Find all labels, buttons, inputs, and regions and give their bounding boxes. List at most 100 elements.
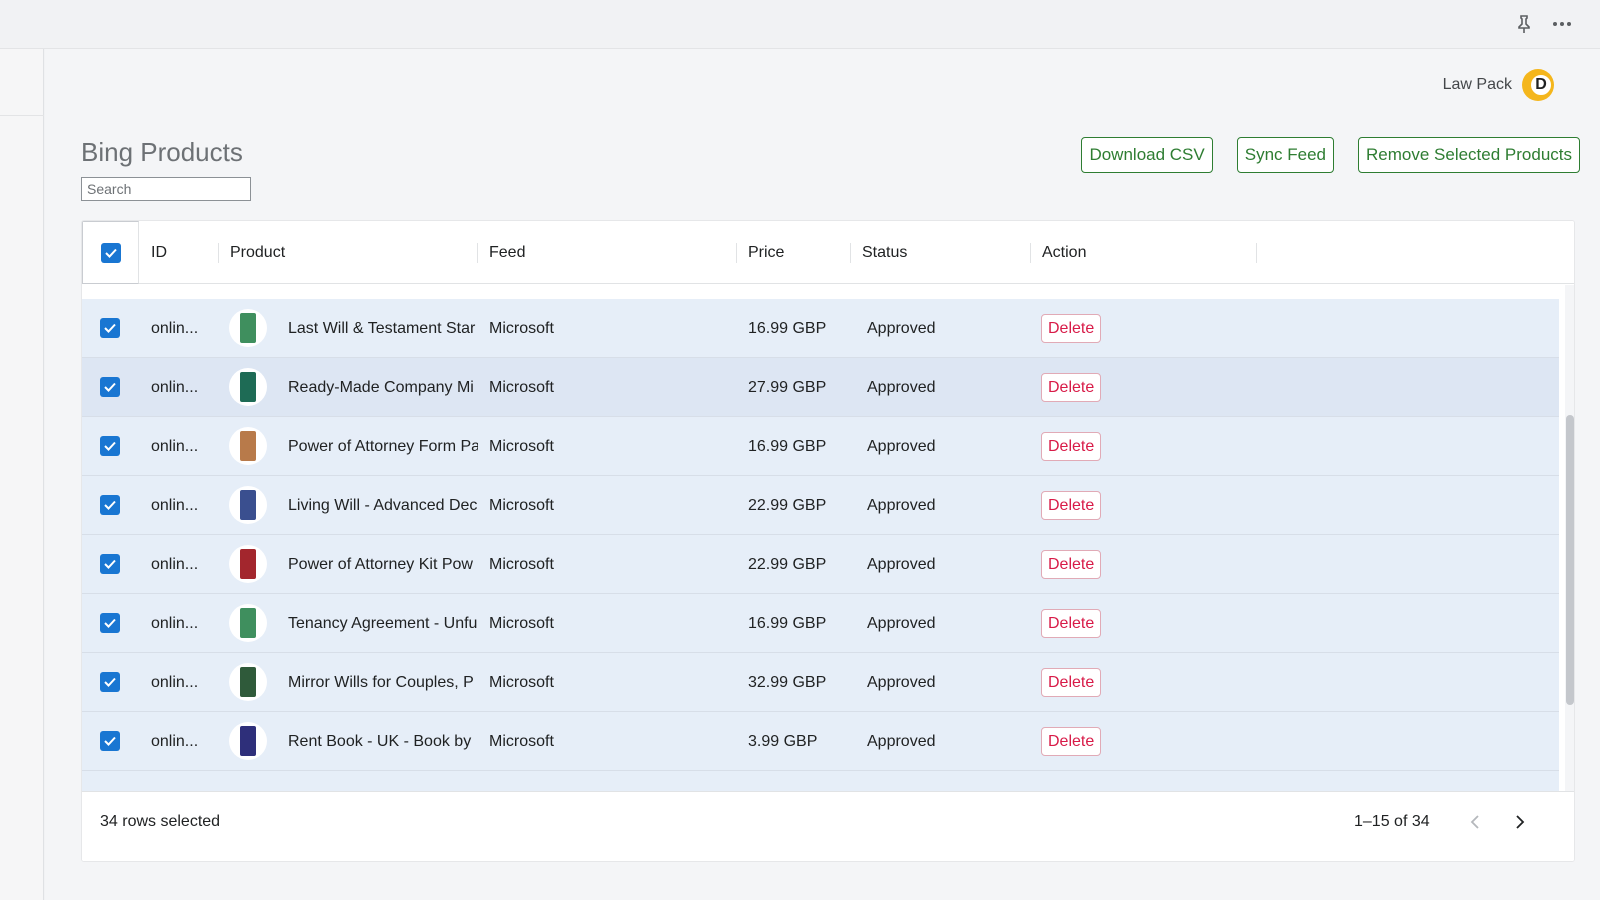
column-header-product[interactable]: Product — [230, 221, 285, 284]
products-table: ID Product Feed Price Status Action onli… — [81, 220, 1575, 862]
product-thumbnail — [229, 427, 267, 465]
product-thumbnail — [229, 368, 267, 406]
delete-button[interactable]: Delete — [1041, 314, 1102, 343]
delete-button[interactable]: Delete — [1041, 668, 1102, 697]
table-row[interactable]: onlin... Tenancy Agreement - Unfu Microsof… — [82, 594, 1559, 653]
table-row[interactable]: onlin... Rent Book - UK - Book by Microsof… — [82, 712, 1559, 771]
scrollbar-thumb[interactable] — [1566, 415, 1574, 705]
book-cover-image — [240, 549, 256, 579]
remove-selected-button[interactable]: Remove Selected Products — [1358, 137, 1580, 173]
product-thumbnail — [229, 604, 267, 642]
table-row[interactable]: onlin... Mirror Wills for Couples, P Micro… — [82, 653, 1559, 712]
delete-button[interactable]: Delete — [1041, 432, 1102, 461]
row-product[interactable]: Living Will - Advanced Dec — [288, 476, 478, 535]
store-name: Law Pack — [1442, 76, 1512, 93]
pagination-range: 1–15 of 34 — [1354, 813, 1430, 830]
chevron-left-icon[interactable] — [1463, 810, 1487, 834]
delete-button[interactable]: Delete — [1041, 550, 1102, 579]
top-bar — [0, 0, 1600, 49]
delete-button[interactable]: Delete — [1041, 373, 1102, 402]
sync-feed-button[interactable]: Sync Feed — [1236, 137, 1334, 173]
row-checkbox[interactable] — [100, 495, 120, 515]
column-header-feed[interactable]: Feed — [489, 221, 525, 284]
delete-button[interactable]: Delete — [1041, 491, 1102, 520]
row-checkbox[interactable] — [100, 318, 120, 338]
row-checkbox[interactable] — [100, 672, 120, 692]
row-feed: Microsoft — [489, 615, 554, 632]
book-cover-image — [240, 431, 256, 461]
row-product[interactable]: Power of Attorney Form Pa — [288, 417, 478, 476]
row-checkbox[interactable] — [100, 731, 120, 751]
main-content: Law Pack D Bing Products Download CSV Sy… — [45, 49, 1600, 900]
product-thumbnail — [229, 545, 267, 583]
row-status: Approved — [867, 674, 936, 691]
avatar-letter: D — [1529, 73, 1553, 97]
row-product[interactable]: Power of Attorney Kit Pow — [288, 535, 478, 594]
row-price: 16.99 GBP — [748, 320, 827, 337]
book-cover-image — [240, 313, 256, 343]
row-product[interactable]: Tenancy Agreement - Unfu — [288, 594, 478, 653]
account-menu[interactable]: Law Pack D — [1443, 69, 1554, 101]
search-input[interactable] — [81, 177, 251, 201]
column-header-id[interactable]: ID — [151, 221, 167, 284]
column-header-price[interactable]: Price — [748, 221, 784, 284]
book-cover-image — [240, 372, 256, 402]
book-cover-image — [240, 726, 256, 756]
row-status: Approved — [867, 320, 936, 337]
product-thumbnail — [229, 722, 267, 760]
page-title: Bing Products — [81, 137, 243, 167]
delete-button[interactable]: Delete — [1041, 609, 1102, 638]
row-status: Approved — [867, 497, 936, 514]
selected-count: 34 rows selected — [100, 813, 221, 830]
row-status: Approved — [867, 556, 936, 573]
table-body: onlin... Last Will & Testament Star Micros… — [82, 285, 1559, 791]
table-row[interactable]: onlin... Ready-Made Company Mi Microsoft 27… — [82, 358, 1559, 417]
row-checkbox[interactable] — [100, 436, 120, 456]
row-status: Approved — [867, 379, 936, 396]
select-all-checkbox[interactable] — [101, 243, 121, 263]
table-row[interactable]: onlin... Living Will - Advanced Dec Micros… — [82, 476, 1559, 535]
row-product[interactable]: Last Will & Testament Star — [288, 299, 478, 358]
column-header-action[interactable]: Action — [1042, 221, 1086, 284]
row-checkbox[interactable] — [100, 377, 120, 397]
row-product[interactable]: Mirror Wills for Couples, P — [288, 653, 478, 712]
table-row[interactable]: onlin... Last Will & Testament Star Micros… — [82, 299, 1559, 358]
row-price: 22.99 GBP — [748, 497, 827, 514]
more-horizontal-icon[interactable] — [1552, 14, 1572, 34]
row-feed: Microsoft — [489, 674, 554, 691]
row-id: onlin... — [151, 615, 199, 632]
row-checkbox[interactable] — [100, 613, 120, 633]
book-cover-image — [240, 667, 256, 697]
table-header: ID Product Feed Price Status Action — [82, 221, 1574, 284]
row-checkbox[interactable] — [100, 554, 120, 574]
chevron-right-icon[interactable] — [1508, 810, 1532, 834]
row-id: onlin... — [151, 320, 199, 337]
row-price: 22.99 GBP — [748, 556, 827, 573]
table-row[interactable]: onlin... Power of Attorney Kit Pow Microso… — [82, 535, 1559, 594]
row-price: 16.99 GBP — [748, 438, 827, 455]
row-feed: Microsoft — [489, 320, 554, 337]
row-status: Approved — [867, 615, 936, 632]
row-feed: Microsoft — [489, 497, 554, 514]
pin-icon[interactable] — [1514, 14, 1534, 34]
book-cover-image — [240, 490, 256, 520]
row-price: 3.99 GBP — [748, 733, 818, 750]
row-product[interactable]: Ready-Made Company Mi — [288, 358, 478, 417]
product-thumbnail — [229, 663, 267, 701]
row-status: Approved — [867, 438, 936, 455]
product-thumbnail — [229, 486, 267, 524]
column-header-status[interactable]: Status — [862, 221, 907, 284]
table-row-partial[interactable] — [82, 771, 1559, 791]
row-status: Approved — [867, 733, 936, 750]
row-id: onlin... — [151, 556, 199, 573]
avatar[interactable]: D — [1522, 69, 1554, 101]
select-all-cell — [82, 221, 139, 284]
book-cover-image — [240, 608, 256, 638]
delete-button[interactable]: Delete — [1041, 727, 1102, 756]
row-product[interactable]: Rent Book - UK - Book by — [288, 712, 478, 771]
table-row[interactable]: onlin... Power of Attorney Form Pa Microso… — [82, 417, 1559, 476]
download-csv-button[interactable]: Download CSV — [1081, 137, 1213, 173]
row-price: 32.99 GBP — [748, 674, 827, 691]
row-id: onlin... — [151, 674, 199, 691]
table-scrollbar[interactable] — [1565, 285, 1574, 791]
